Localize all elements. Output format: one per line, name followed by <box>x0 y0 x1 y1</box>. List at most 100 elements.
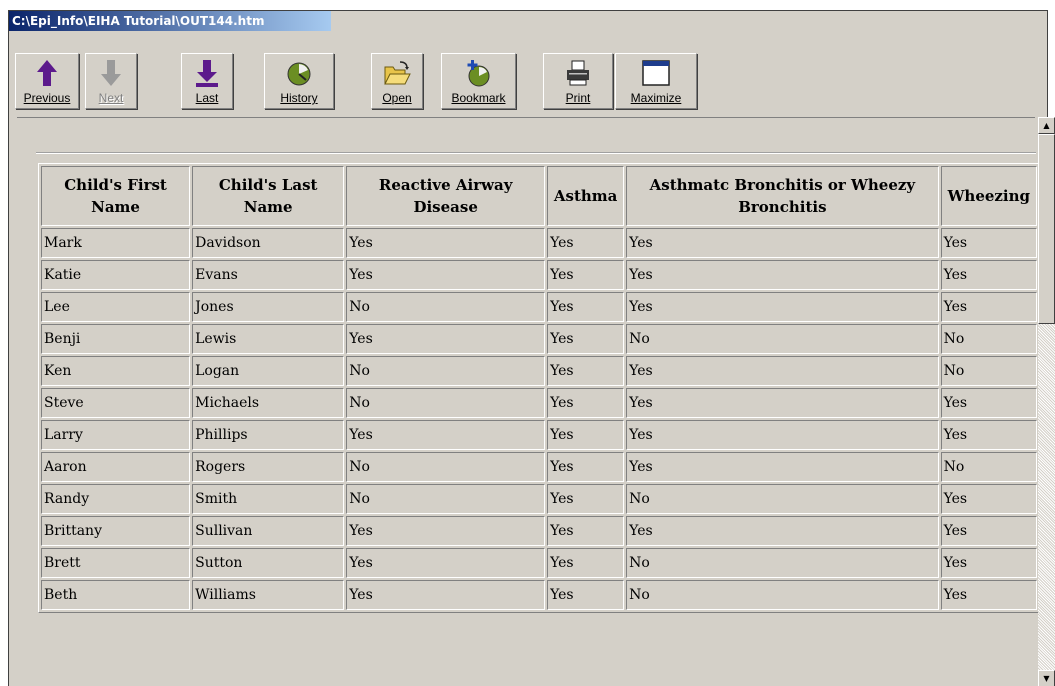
header-wheezing: Wheezing <box>940 166 1037 226</box>
table-cell: Michaels <box>192 388 345 418</box>
table-cell: No <box>346 452 546 482</box>
table-cell: Yes <box>346 548 546 578</box>
bookmark-label: Bookmark <box>451 91 506 105</box>
table-row: Katie Evans Yes Yes Yes Yes <box>41 260 1037 290</box>
table-cell: Yes <box>940 580 1037 610</box>
table-cell: No <box>626 580 939 610</box>
table-cell: Yes <box>547 420 625 450</box>
table-cell: No <box>940 324 1037 354</box>
table-cell: Sullivan <box>192 516 345 546</box>
table-row: Mark Davidson Yes Yes Yes Yes <box>41 228 1037 258</box>
table-cell: No <box>346 388 546 418</box>
header-first-name: Child's First Name <box>41 166 191 226</box>
table-cell: Yes <box>547 324 625 354</box>
table-cell: Katie <box>41 260 191 290</box>
table-cell: Yes <box>626 516 939 546</box>
table-row: Randy Smith No Yes No Yes <box>41 484 1037 514</box>
previous-button[interactable]: Previous <box>15 53 79 109</box>
header-asthmatic-bronchitis: Asthmatc Bronchitis or Wheezy Bronchitis <box>626 166 939 226</box>
bookmark-icon <box>467 60 489 87</box>
table-cell: Yes <box>940 516 1037 546</box>
table-cell: No <box>346 292 546 322</box>
scrollbar-thumb[interactable] <box>1038 134 1055 324</box>
header-reactive-airway-disease: Reactive Airway Disease <box>346 166 546 226</box>
table-cell: Yes <box>940 388 1037 418</box>
table-cell: Yes <box>547 356 625 386</box>
table-row: Aaron Rogers No Yes Yes No <box>41 452 1037 482</box>
window-title: C:\Epi_Info\EIHA Tutorial\OUT144.htm <box>9 11 331 31</box>
table-row: Lee Jones No Yes Yes Yes <box>41 292 1037 322</box>
scroll-down-arrow-icon[interactable]: ▼ <box>1038 670 1055 686</box>
table-cell: Logan <box>192 356 345 386</box>
next-button[interactable]: Next <box>85 53 137 109</box>
last-button[interactable]: Last <box>181 53 233 109</box>
table-cell: Yes <box>547 228 625 258</box>
print-label: Print <box>565 91 591 105</box>
table-row: Larry Phillips Yes Yes Yes Yes <box>41 420 1037 450</box>
down-arrow-icon <box>101 60 121 86</box>
open-label: Open <box>382 91 412 105</box>
table-cell: Randy <box>41 484 191 514</box>
table-cell: Yes <box>626 420 939 450</box>
table-cell: Yes <box>547 260 625 290</box>
history-button[interactable]: History <box>264 53 334 109</box>
table-cell: No <box>626 484 939 514</box>
table-row: Brittany Sullivan Yes Yes Yes Yes <box>41 516 1037 546</box>
next-label: Next <box>98 91 124 105</box>
table-cell: Beth <box>41 580 191 610</box>
browser-window: C:\Epi_Info\EIHA Tutorial\OUT144.htm Pre… <box>8 10 1055 686</box>
table-cell: Yes <box>940 292 1037 322</box>
maximize-button[interactable]: Maximize <box>615 53 697 109</box>
maximize-label: Maximize <box>630 91 682 105</box>
table-cell: Williams <box>192 580 345 610</box>
table-cell: Yes <box>346 260 546 290</box>
table-cell: Rogers <box>192 452 345 482</box>
table-cell: Lewis <box>192 324 345 354</box>
table-cell: Larry <box>41 420 191 450</box>
table-cell: Yes <box>626 452 939 482</box>
previous-label: Previous <box>23 91 71 105</box>
bookmark-button[interactable]: Bookmark <box>441 53 516 109</box>
table-cell: Yes <box>547 484 625 514</box>
table-cell: No <box>626 548 939 578</box>
table-cell: Benji <box>41 324 191 354</box>
table-cell: Smith <box>192 484 345 514</box>
document-view[interactable]: Child's First Name Child's Last Name Rea… <box>17 117 1040 686</box>
table-cell: Yes <box>940 420 1037 450</box>
vertical-scrollbar[interactable]: ▲ ▼ <box>1038 117 1055 686</box>
table-cell: Yes <box>940 548 1037 578</box>
open-folder-icon <box>384 61 411 85</box>
horizontal-rule <box>36 152 1036 154</box>
table-cell: Phillips <box>192 420 345 450</box>
table-cell: Yes <box>346 516 546 546</box>
up-arrow-icon <box>37 60 57 86</box>
open-button[interactable]: Open <box>371 53 423 109</box>
table-cell: Yes <box>547 516 625 546</box>
table-row: Benji Lewis Yes Yes No No <box>41 324 1037 354</box>
scroll-up-arrow-icon[interactable]: ▲ <box>1038 117 1055 134</box>
table-cell: Yes <box>547 388 625 418</box>
table-cell: Yes <box>346 228 546 258</box>
print-button[interactable]: Print <box>543 53 613 109</box>
table-cell: Yes <box>547 292 625 322</box>
table-header-row: Child's First Name Child's Last Name Rea… <box>41 166 1037 226</box>
table-cell: Lee <box>41 292 191 322</box>
table-cell: Brittany <box>41 516 191 546</box>
table-body: Mark Davidson Yes Yes Yes Yes Katie Evans Yes Yes… <box>41 228 1037 610</box>
table-cell: No <box>626 324 939 354</box>
table-cell: Mark <box>41 228 191 258</box>
header-asthma: Asthma <box>547 166 625 226</box>
table-cell: No <box>346 356 546 386</box>
table-row: Beth Williams Yes Yes No Yes <box>41 580 1037 610</box>
history-icon <box>287 62 311 86</box>
table-cell: Ken <box>41 356 191 386</box>
table-cell: Yes <box>547 548 625 578</box>
table-cell: Sutton <box>192 548 345 578</box>
table-cell: Yes <box>626 356 939 386</box>
table-cell: Yes <box>547 580 625 610</box>
table-cell: Yes <box>626 228 939 258</box>
table-row: Steve Michaels No Yes Yes Yes <box>41 388 1037 418</box>
table-cell: Yes <box>626 292 939 322</box>
table-cell: Yes <box>547 452 625 482</box>
table-cell: No <box>940 452 1037 482</box>
